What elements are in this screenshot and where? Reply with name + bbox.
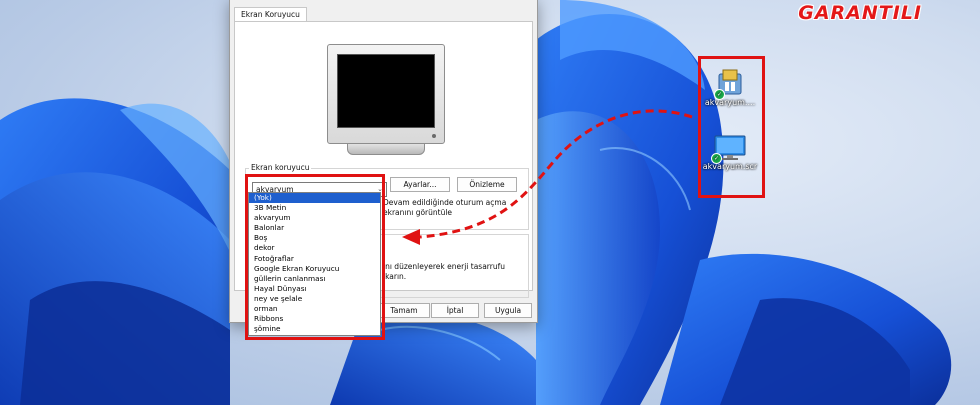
energy-text-line2: ıkarın. — [383, 272, 407, 281]
brand-watermark: GARANTILI — [798, 2, 922, 24]
desktop-icon-label: akvaryum.scr — [702, 162, 758, 171]
sync-check-icon: ✓ — [714, 89, 725, 100]
energy-text-line1: ını düzenleyerek enerji tasarrufu — [383, 262, 505, 271]
sync-check-icon: ✓ — [711, 153, 722, 164]
monitor-icon: ✓ — [711, 134, 747, 164]
tab-screen-saver[interactable]: Ekran Koruyucu — [234, 7, 307, 22]
desktop-icon-scr-file[interactable]: ✓ akvaryum.scr — [701, 134, 759, 171]
arrow-annotation — [402, 109, 693, 245]
desktop-icon-installer[interactable]: ✓ akvaryum.... — [701, 68, 759, 107]
group-title: Ekran koruyucu — [249, 163, 312, 172]
desktop-icon-label: akvaryum.... — [704, 98, 756, 107]
energy-text: ını düzenleyerek enerji tasarrufu ıkarın… — [383, 262, 505, 282]
dropdown-highlight-box — [245, 174, 385, 340]
apply-button[interactable]: Uygula — [484, 303, 532, 318]
cancel-button[interactable]: İptal — [431, 303, 479, 318]
installer-icon: ✓ — [714, 68, 744, 100]
ok-button[interactable]: Tamam — [378, 303, 430, 318]
